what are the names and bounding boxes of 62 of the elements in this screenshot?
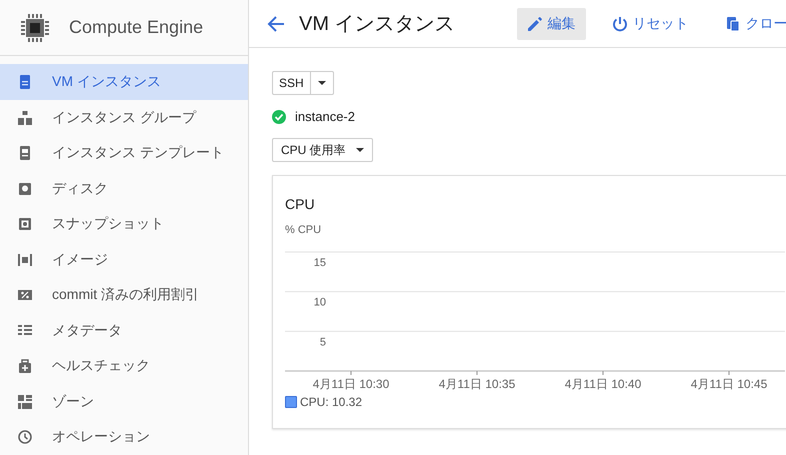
sidebar-item[interactable]: ディスク — [0, 170, 248, 206]
sidebar-item-label: スナップショット — [52, 215, 164, 234]
sidebar-item[interactable]: スナップショット — [0, 206, 248, 242]
sidebar-item[interactable]: インスタンス グループ — [0, 100, 248, 136]
sidebar-item-label: インスタンス テンプレート — [52, 144, 224, 162]
sidebar-item-label: インスタンス グループ — [52, 108, 196, 127]
legend-swatch — [285, 396, 297, 408]
toolbar-button[interactable]: 編集 — [516, 8, 586, 40]
sidebar-item-label: メタデータ — [52, 322, 122, 340]
clock-icon — [18, 430, 32, 444]
sidebar-item[interactable]: commit 済みの利用割引 — [0, 277, 248, 313]
y-axis-label: % CPU — [285, 224, 322, 236]
caret-icon — [318, 81, 326, 85]
page-title: VM インスタンス — [299, 12, 455, 37]
percent-icon — [18, 288, 32, 302]
y-tick-label: 10 — [314, 296, 326, 309]
list-icon — [18, 324, 32, 338]
hierarchy-icon — [18, 110, 32, 125]
document-icon — [18, 75, 32, 89]
sidebar-item-label: VM インスタンス — [52, 73, 161, 91]
sidebar-item[interactable]: インスタンス テンプレート — [0, 135, 248, 171]
chart-title: CPU — [285, 196, 316, 212]
caret-icon — [356, 148, 364, 152]
pencil-icon — [526, 16, 543, 32]
sidebar-item[interactable]: VM インスタンス — [0, 64, 248, 100]
sidebar-item-label: ヘルスチェック — [52, 357, 150, 376]
tick-mark — [476, 370, 478, 376]
ssh-button[interactable]: SSH — [272, 71, 334, 95]
chip-icon — [20, 12, 50, 43]
instance-name: instance-2 — [295, 109, 355, 124]
y-tick-label: 15 — [314, 257, 326, 269]
power-icon — [612, 16, 628, 32]
sidebar-item-label: commit 済みの利用割引 — [52, 286, 199, 304]
tick-mark — [728, 370, 730, 376]
grid-icon — [18, 394, 32, 409]
back-arrow-icon[interactable] — [267, 16, 285, 32]
x-tick-label: 4月11日 10:30 — [312, 377, 390, 391]
sidebar-item[interactable]: ヘルスチェック — [0, 348, 248, 384]
sidebar-item-label: ゾーン — [52, 392, 94, 411]
product-title: Compute Engine — [69, 17, 204, 38]
legend-label: CPU: 10.32 — [300, 395, 362, 409]
sidebar-item[interactable]: ゾーン — [0, 384, 248, 420]
x-tick-label: 4月11日 10:45 — [690, 377, 768, 391]
sidebar-item[interactable]: メタデータ — [0, 312, 248, 348]
sidebar-item-label: イメージ — [52, 250, 108, 269]
sidebar-item-label: オペレーション — [52, 428, 150, 446]
sidebar-item[interactable]: イメージ — [0, 242, 248, 278]
x-tick-label: 4月11日 10:35 — [438, 377, 516, 391]
tick-mark — [602, 370, 604, 376]
image-icon — [18, 252, 32, 267]
tick-mark — [350, 370, 352, 376]
template-icon — [18, 146, 32, 160]
sidebar-item[interactable]: オペレーション — [0, 419, 248, 455]
medical-bag-icon — [18, 359, 32, 374]
sidebar-item-label: ディスク — [52, 180, 108, 198]
metric-dropdown[interactable]: CPU 使用率 — [272, 138, 373, 162]
snapshot-icon — [18, 217, 32, 232]
x-tick-label: 4月11日 10:40 — [564, 377, 642, 391]
y-tick-label: 5 — [320, 336, 326, 348]
toolbar-button[interactable]: クロー — [714, 8, 786, 40]
copy-document-icon — [724, 16, 741, 32]
toolbar-button[interactable]: リセット — [602, 8, 699, 40]
